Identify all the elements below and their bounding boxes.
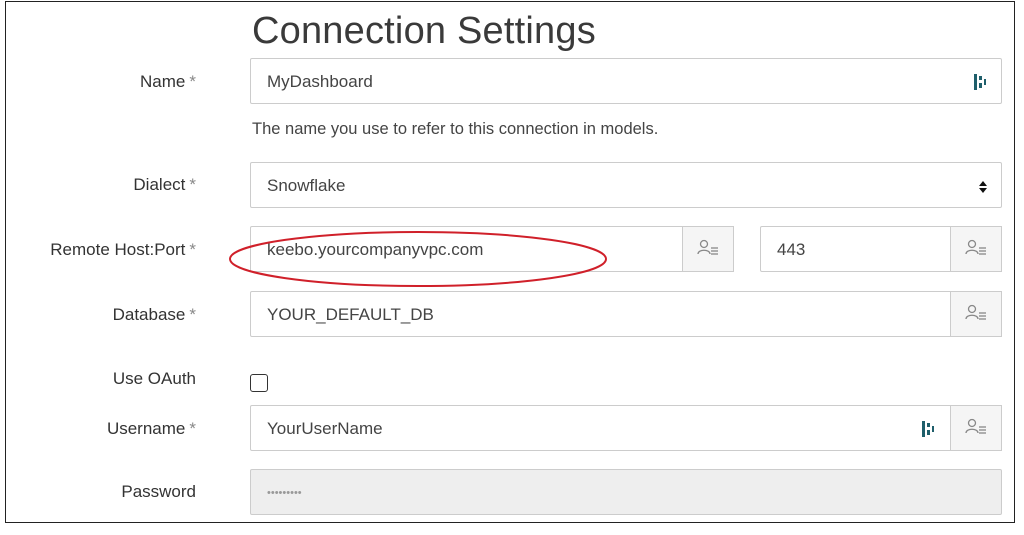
database-input[interactable]: YOUR_DEFAULT_DB	[250, 291, 1002, 337]
name-input[interactable]: MyDashboard	[250, 58, 1002, 104]
user-attribute-icon	[965, 304, 987, 325]
username-user-attribute-button[interactable]	[950, 405, 1002, 451]
password-manager-icon[interactable]	[921, 420, 935, 443]
password-input[interactable]: •••••••••	[250, 469, 1002, 515]
name-label: Name *	[140, 72, 196, 91]
dialect-label: Dialect *	[133, 175, 196, 194]
use-oauth-label: Use OAuth	[112, 369, 196, 388]
remote-host-input[interactable]: keebo.yourcompanyvpc.com	[250, 226, 734, 272]
host-user-attribute-button[interactable]	[682, 226, 734, 272]
page-title: Connection Settings	[252, 10, 596, 52]
username-input[interactable]: YourUserName	[250, 405, 1002, 451]
username-label: Username *	[106, 419, 196, 438]
port-input[interactable]: 443	[760, 226, 1002, 272]
database-label: Database *	[112, 305, 196, 324]
use-oauth-checkbox[interactable]	[250, 374, 268, 392]
remote-host-port-label: Remote Host:Port *	[50, 240, 196, 259]
user-attribute-icon	[965, 418, 987, 439]
user-attribute-icon	[965, 239, 987, 260]
dialect-select[interactable]: Snowflake	[250, 162, 1002, 208]
password-manager-icon[interactable]	[973, 73, 987, 96]
password-label: Password	[121, 482, 196, 501]
user-attribute-icon	[697, 239, 719, 260]
sort-caret-icon	[979, 180, 987, 198]
port-user-attribute-button[interactable]	[950, 226, 1002, 272]
name-help-text: The name you use to refer to this connec…	[252, 120, 659, 138]
database-user-attribute-button[interactable]	[950, 291, 1002, 337]
